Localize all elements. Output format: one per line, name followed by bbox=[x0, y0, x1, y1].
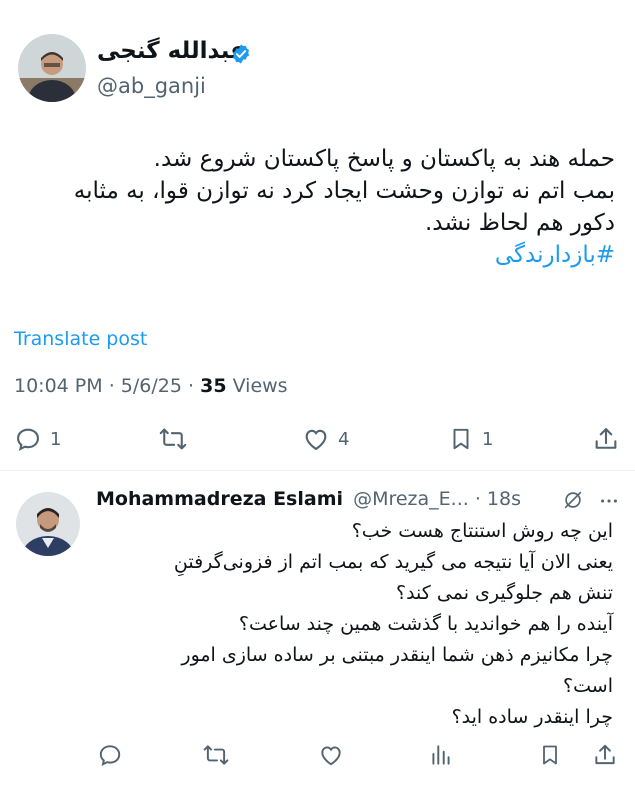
repost-button[interactable] bbox=[158, 425, 188, 453]
reply-author-name[interactable]: Mohammadreza Eslami bbox=[96, 488, 343, 510]
reply-text: این چه روش استنتاج هست خب؟ یعنی الان آیا… bbox=[96, 516, 613, 733]
tweet-text-line: حمله هند به پاکستان و پاسخ پاکستان شروع … bbox=[153, 146, 615, 172]
tweet-text: حمله هند به پاکستان و پاسخ پاکستان شروع … bbox=[14, 143, 615, 271]
reply-text-line: تنش هم جلوگیری نمی کند؟ bbox=[396, 582, 613, 604]
reply-repost-button[interactable] bbox=[203, 742, 229, 768]
like-button[interactable]: 4 bbox=[302, 425, 349, 453]
author-handle[interactable]: @ab_ganji bbox=[97, 74, 206, 98]
bookmark-button[interactable]: 1 bbox=[448, 425, 493, 453]
reply-text-line: این چه روش استنتاج هست خب؟ bbox=[351, 520, 613, 542]
share-icon bbox=[595, 428, 617, 449]
more-icon[interactable] bbox=[598, 490, 620, 512]
author-name[interactable]: عبدالله گنجی bbox=[97, 38, 246, 64]
verified-badge-icon bbox=[232, 44, 250, 64]
share-button[interactable] bbox=[592, 425, 620, 453]
like-icon bbox=[305, 429, 327, 451]
reply-header: Mohammadreza Eslami @Mreza_E... · 18s bbox=[96, 488, 521, 510]
reply-reply-button[interactable] bbox=[97, 742, 123, 768]
reply-icon bbox=[17, 428, 39, 451]
reply-text-line: چرا مکانیزم ذهن شما اینقدر مبتنی بر ساده… bbox=[181, 644, 613, 666]
translate-post-link[interactable]: Translate post bbox=[14, 328, 147, 350]
author-avatar[interactable] bbox=[18, 34, 86, 102]
reply-like-button[interactable] bbox=[318, 742, 344, 768]
reply-text-line: آینده را هم خواندید با گذشت همین چند ساع… bbox=[238, 613, 613, 635]
tweet-time[interactable]: 10:04 PM bbox=[14, 375, 103, 397]
bookmark-icon bbox=[453, 428, 469, 450]
grok-icon[interactable] bbox=[562, 489, 584, 511]
like-count: 4 bbox=[338, 428, 350, 450]
repost-icon bbox=[203, 745, 229, 765]
reply-author-avatar[interactable] bbox=[16, 492, 80, 556]
hashtag-link[interactable]: #بازدارندگی bbox=[14, 239, 615, 271]
views-icon bbox=[432, 745, 450, 765]
bookmark-icon bbox=[543, 745, 557, 765]
reply-views-button[interactable] bbox=[428, 742, 454, 768]
meta-separator: · bbox=[188, 375, 195, 397]
meta-separator: · bbox=[108, 375, 115, 397]
views-count: 35 bbox=[200, 375, 227, 397]
reply-text-line: است؟ bbox=[563, 675, 613, 697]
reply-bookmark-button[interactable] bbox=[538, 742, 562, 768]
repost-icon bbox=[159, 428, 187, 450]
tweet-text-line: دکور هم لحاظ نشد. bbox=[425, 210, 615, 236]
tweet-meta: 10:04 PM · 5/6/25 · 35 Views bbox=[14, 375, 288, 397]
reply-share-button[interactable] bbox=[592, 742, 618, 768]
reply-author-handle[interactable]: @Mreza_E... bbox=[353, 488, 469, 510]
views-label: Views bbox=[232, 375, 288, 397]
reply-icon bbox=[99, 745, 121, 766]
share-icon bbox=[595, 744, 615, 765]
reply-button[interactable]: 1 bbox=[14, 425, 61, 453]
tweet-date[interactable]: 5/6/25 bbox=[121, 375, 182, 397]
reply-separator: · bbox=[474, 488, 481, 510]
like-icon bbox=[321, 746, 341, 766]
reply-text-line: یعنی الان آیا نتیجه می گیرید که بمب اتم … bbox=[173, 551, 613, 573]
tweet-text-line: بمب اتم نه توازن وحشت ایجاد کرد نه توازن… bbox=[73, 178, 615, 204]
reply-count: 1 bbox=[50, 428, 62, 450]
reply-text-line: چرا اینقدر ساده اید؟ bbox=[451, 706, 613, 728]
reply-time[interactable]: 18s bbox=[487, 488, 521, 510]
divider bbox=[0, 470, 635, 471]
bookmark-count: 1 bbox=[482, 428, 494, 450]
